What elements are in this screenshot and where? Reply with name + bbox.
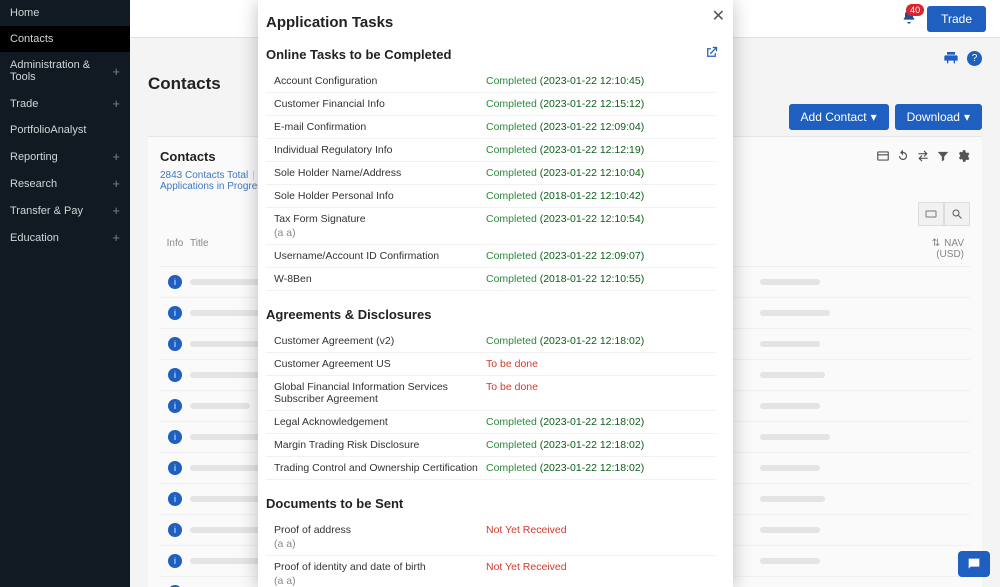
section-heading: Online Tasks to be Completed — [266, 47, 715, 62]
task-name: Customer Financial Info — [266, 98, 486, 110]
task-name: Sole Holder Name/Address — [266, 167, 486, 179]
task-name: W-8Ben — [266, 273, 486, 285]
section-heading: Documents to be Sent — [266, 496, 715, 511]
export-icon — [704, 45, 719, 60]
task-row: Legal AcknowledgementCompleted (2023-01-… — [266, 411, 715, 434]
modal-title: Application Tasks — [266, 14, 715, 31]
chat-icon — [966, 556, 982, 572]
task-status: Completed (2023-01-22 12:18:02) — [486, 416, 715, 428]
task-row: Customer Agreement (v2)Completed (2023-0… — [266, 330, 715, 353]
task-row: Individual Regulatory InfoCompleted (202… — [266, 139, 715, 162]
task-status: Completed (2023-01-22 12:18:02) — [486, 462, 715, 474]
task-row: Sole Holder Personal InfoCompleted (2018… — [266, 185, 715, 208]
task-name: Proof of identity and date of birth(a a) — [266, 561, 486, 587]
task-status: Completed (2023-01-22 12:09:07) — [486, 250, 715, 262]
task-status: To be done — [486, 358, 715, 370]
task-status: Completed (2018-01-22 12:10:42) — [486, 190, 715, 202]
task-name: Proof of address(a a) — [266, 524, 486, 550]
task-status: Completed (2018-01-22 12:10:55) — [486, 273, 715, 285]
task-name: E-mail Confirmation — [266, 121, 486, 133]
task-row: Global Financial Information Services Su… — [266, 376, 715, 411]
task-row: Trading Control and Ownership Certificat… — [266, 457, 715, 480]
task-sub: (a a) — [274, 575, 486, 587]
task-row: E-mail ConfirmationCompleted (2023-01-22… — [266, 116, 715, 139]
task-status: Completed (2023-01-22 12:09:04) — [486, 121, 715, 133]
task-status: To be done — [486, 381, 715, 405]
task-sub: (a a) — [274, 227, 486, 239]
task-status: Not Yet Received — [486, 561, 715, 587]
task-name: Tax Form Signature(a a) — [266, 213, 486, 239]
task-name: Legal Acknowledgement — [266, 416, 486, 428]
task-name: Margin Trading Risk Disclosure — [266, 439, 486, 451]
task-status: Completed (2023-01-22 12:18:02) — [486, 335, 715, 347]
task-name: Trading Control and Ownership Certificat… — [266, 462, 486, 474]
task-row: W-8BenCompleted (2018-01-22 12:10:55) — [266, 268, 715, 291]
task-status: Not Yet Received — [486, 524, 715, 550]
task-row: Margin Trading Risk DisclosureCompleted … — [266, 434, 715, 457]
task-status: Completed (2023-01-22 12:10:54) — [486, 213, 715, 239]
task-row: Customer Agreement USTo be done — [266, 353, 715, 376]
task-status: Completed (2023-01-22 12:12:19) — [486, 144, 715, 156]
application-tasks-modal: ✕ Application Tasks Online Tasks to be C… — [258, 0, 733, 587]
task-row: Proof of identity and date of birth(a a)… — [266, 556, 715, 587]
section-heading: Agreements & Disclosures — [266, 307, 715, 322]
chat-button[interactable] — [958, 551, 990, 577]
export-button[interactable] — [704, 45, 719, 63]
task-row: Proof of address(a a)Not Yet Received — [266, 519, 715, 556]
task-row: Tax Form Signature(a a)Completed (2023-0… — [266, 208, 715, 245]
task-status: Completed (2023-01-22 12:15:12) — [486, 98, 715, 110]
task-sub: (a a) — [274, 538, 486, 550]
task-name: Account Configuration — [266, 75, 486, 87]
task-status: Completed (2023-01-22 12:18:02) — [486, 439, 715, 451]
task-name: Customer Agreement (v2) — [266, 335, 486, 347]
task-name: Customer Agreement US — [266, 358, 486, 370]
task-name: Username/Account ID Confirmation — [266, 250, 486, 262]
task-row: Account ConfigurationCompleted (2023-01-… — [266, 70, 715, 93]
task-name: Sole Holder Personal Info — [266, 190, 486, 202]
close-button[interactable]: ✕ — [712, 6, 725, 26]
task-name: Individual Regulatory Info — [266, 144, 486, 156]
task-row: Username/Account ID ConfirmationComplete… — [266, 245, 715, 268]
task-status: Completed (2023-01-22 12:10:45) — [486, 75, 715, 87]
task-row: Customer Financial InfoCompleted (2023-0… — [266, 93, 715, 116]
task-row: Sole Holder Name/AddressCompleted (2023-… — [266, 162, 715, 185]
task-name: Global Financial Information Services Su… — [266, 381, 486, 405]
task-status: Completed (2023-01-22 12:10:04) — [486, 167, 715, 179]
